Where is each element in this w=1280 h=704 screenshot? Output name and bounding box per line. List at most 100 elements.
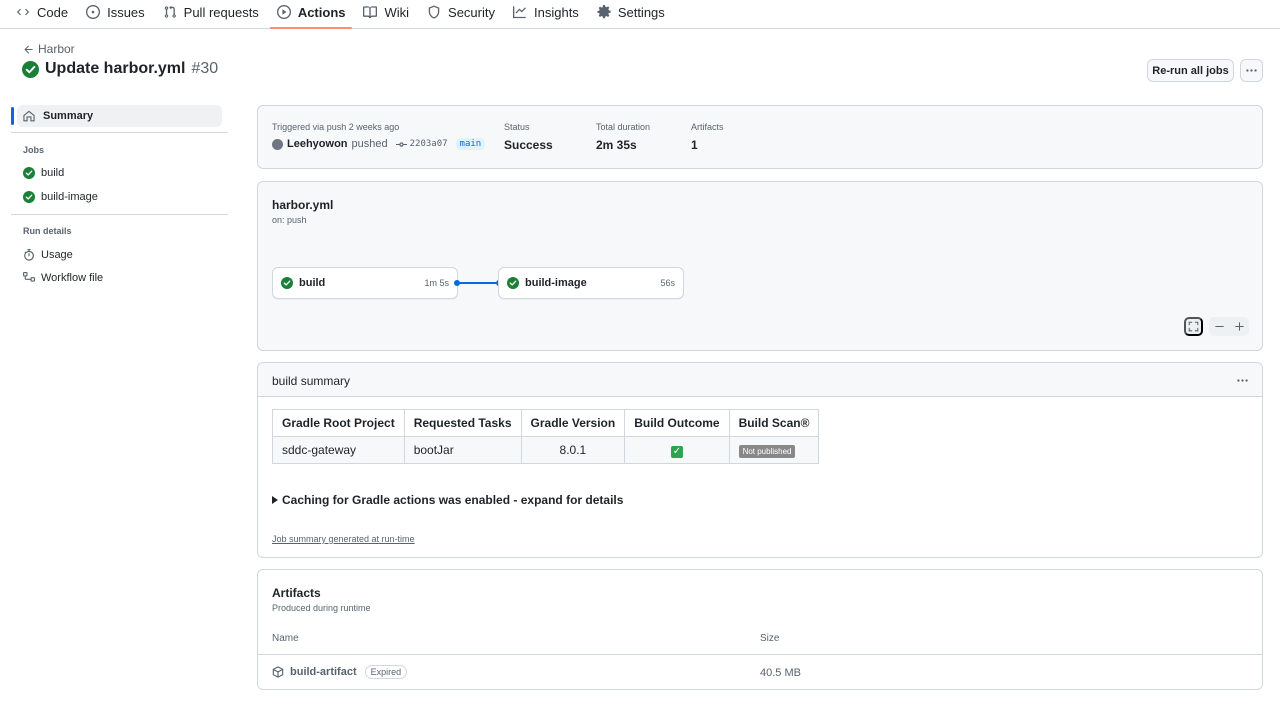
workflow-graph-panel: harbor.yml on: push build 1m 5s build-im… xyxy=(257,181,1263,351)
avatar xyxy=(272,138,283,150)
sidebar-item-label: build-image xyxy=(41,191,98,203)
sidebar-summary-label: Summary xyxy=(43,110,94,122)
commit-link[interactable]: 2203a07 xyxy=(395,139,448,150)
workflow-icon xyxy=(23,272,35,282)
sidebar-item-label: build xyxy=(41,167,65,179)
job-name: build-image xyxy=(525,277,587,289)
check-mark-icon: ✓ xyxy=(670,445,683,458)
run-number: #30 xyxy=(191,60,219,77)
sidebar-item-build[interactable]: build xyxy=(23,167,64,179)
tab-security[interactable]: Security xyxy=(419,0,503,24)
success-check-icon xyxy=(23,167,35,179)
artifact-name: build-artifact xyxy=(290,666,357,678)
graph-icon xyxy=(513,6,526,19)
kebab-horizontal-icon xyxy=(1237,378,1248,382)
artifacts-panel: Artifacts Produced during runtime Name S… xyxy=(257,569,1263,690)
tab-actions[interactable]: Actions xyxy=(269,0,354,29)
job-connector xyxy=(459,282,496,284)
tab-insights[interactable]: Insights xyxy=(505,0,587,24)
pushed-text: pushed xyxy=(351,138,388,150)
caching-details-toggle[interactable]: Caching for Gradle actions was enabled -… xyxy=(272,493,623,507)
workflow-trigger: on: push xyxy=(272,215,307,225)
repo-nav: Code Issues Pull requests Actions Wiki S… xyxy=(0,0,1280,29)
zoom-controls xyxy=(1209,317,1249,336)
tab-actions-label: Actions xyxy=(297,4,346,20)
commit-icon xyxy=(395,141,407,147)
shield-icon xyxy=(428,5,440,19)
tab-settings[interactable]: Settings xyxy=(589,0,673,24)
build-summary-title: build summary xyxy=(272,374,351,388)
pull-request-icon xyxy=(164,5,176,18)
artifacts-count-value[interactable]: 1 xyxy=(691,138,698,152)
job-duration: 56s xyxy=(660,278,675,288)
issue-icon xyxy=(86,5,101,19)
expired-badge: Expired xyxy=(364,665,408,679)
branch-label[interactable]: main xyxy=(455,138,486,150)
sidebar-divider xyxy=(11,214,228,215)
run-details-heading: Run details xyxy=(23,226,72,236)
summary-more-button[interactable] xyxy=(1236,372,1252,388)
status-value: Success xyxy=(504,138,553,152)
jobs-heading: Jobs xyxy=(23,145,45,155)
job-node-build[interactable]: build 1m 5s xyxy=(272,267,458,299)
success-check-icon xyxy=(281,277,293,289)
tab-issues[interactable]: Issues xyxy=(78,0,153,24)
sidebar-item-label: Workflow file xyxy=(41,272,104,284)
tab-pull-requests[interactable]: Pull requests xyxy=(155,0,267,24)
duration-value: 2m 35s xyxy=(596,138,637,152)
trigger-label: Triggered via push 2 weeks ago xyxy=(272,122,400,132)
artifacts-count-label: Artifacts xyxy=(691,122,724,132)
column-header: Gradle Root Project xyxy=(272,409,405,437)
gear-icon xyxy=(597,5,611,19)
sidebar-item-summary[interactable]: Summary xyxy=(17,105,222,127)
run-info-panel: Triggered via push 2 weeks ago Leehyowon… xyxy=(257,105,1263,169)
not-published-badge: Not published xyxy=(738,444,796,458)
artifact-row: build-artifact Expired xyxy=(272,665,408,679)
triangle-right-icon xyxy=(272,496,278,504)
back-link[interactable]: Harbor xyxy=(23,42,75,56)
tab-pull-requests-label: Pull requests xyxy=(183,4,259,20)
artifact-size: 40.5 MB xyxy=(760,667,801,679)
tab-insights-label: Insights xyxy=(534,4,579,20)
sidebar-item-workflow-file[interactable]: Workflow file xyxy=(23,272,103,284)
requested-tasks-cell: bootJar xyxy=(403,436,522,464)
zoom-out-icon[interactable] xyxy=(1214,321,1225,332)
book-icon xyxy=(363,6,378,19)
workflow-name: harbor.yml xyxy=(272,198,334,212)
row-divider xyxy=(258,654,1262,655)
success-check-icon xyxy=(507,277,519,289)
job-duration: 1m 5s xyxy=(424,278,449,288)
zoom-in-icon[interactable] xyxy=(1234,321,1245,332)
size-column-header: Size xyxy=(760,633,780,644)
build-summary-panel: build summary Gradle Root Project Reques… xyxy=(257,362,1263,558)
job-summary-link[interactable]: Job summary generated at run-time xyxy=(272,534,415,544)
table-row: sddc-gateway bootJar 8.0.1 ✓ Not publish… xyxy=(272,436,820,464)
root-project-cell: sddc-gateway xyxy=(272,436,405,464)
tab-wiki[interactable]: Wiki xyxy=(355,0,417,24)
sidebar-item-label: Usage xyxy=(41,249,73,261)
rerun-all-jobs-button[interactable]: Re-run all jobs xyxy=(1147,59,1234,82)
job-name: build xyxy=(299,277,326,289)
run-title: Update harbor.yml #30 xyxy=(22,60,218,78)
stopwatch-icon xyxy=(24,249,34,261)
build-outcome-cell: ✓ xyxy=(624,436,730,464)
tab-wiki-label: Wiki xyxy=(384,4,410,20)
tab-code-label: Code xyxy=(37,4,69,20)
commit-sha: 2203a07 xyxy=(409,139,448,149)
kebab-horizontal-icon xyxy=(1246,69,1257,72)
code-icon xyxy=(16,8,30,16)
arrow-left-icon xyxy=(24,45,33,53)
actor-link[interactable]: Leehyowon xyxy=(287,138,348,150)
sidebar-item-usage[interactable]: Usage xyxy=(23,249,73,261)
status-label: Status xyxy=(504,122,530,132)
more-options-button[interactable] xyxy=(1240,59,1263,82)
fullscreen-button[interactable] xyxy=(1184,317,1203,336)
job-node-build-image[interactable]: build-image 56s xyxy=(498,267,684,299)
tab-code[interactable]: Code xyxy=(8,0,76,24)
success-check-icon xyxy=(22,60,39,78)
column-header: Gradle Version xyxy=(520,409,626,437)
selected-indicator xyxy=(11,107,14,125)
sidebar-item-build-image[interactable]: build-image xyxy=(23,191,98,203)
column-header: Requested Tasks xyxy=(403,409,522,437)
package-icon xyxy=(272,666,284,678)
